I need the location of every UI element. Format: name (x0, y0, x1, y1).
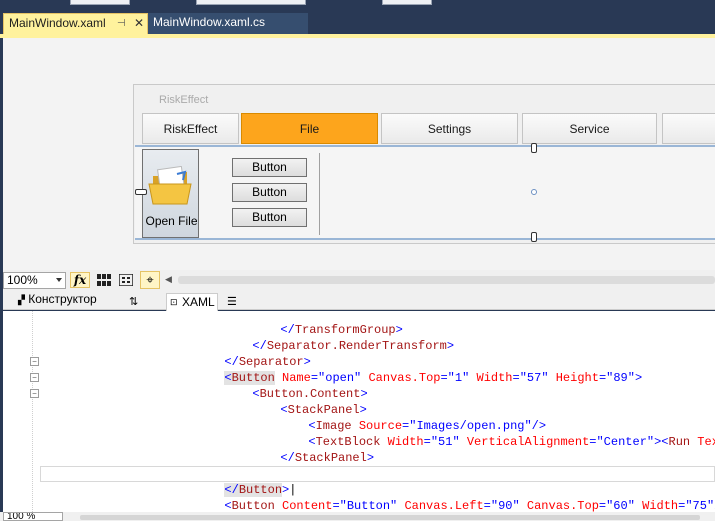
fold-toggle-icon[interactable]: − (30, 357, 39, 366)
swap-panes-icon[interactable]: ⇅ (129, 295, 138, 308)
document-tab-bar: MainWindow.xaml ⊣ ✕ MainWindow.xaml.cs (0, 8, 715, 34)
editor-horizontal-scrollbar[interactable] (80, 515, 700, 520)
resize-handle-bottom[interactable] (531, 232, 537, 242)
toolbar-fragment (382, 0, 432, 5)
toolbar-fragment (196, 0, 306, 5)
fold-toggle-icon[interactable]: − (30, 373, 39, 382)
code-line: </Button.Content> (238, 450, 374, 481)
close-icon[interactable]: ✕ (134, 14, 144, 33)
top-strip (0, 0, 715, 8)
open-file-label: Open File (145, 214, 198, 228)
code-line: </Separator> (224, 355, 311, 369)
separator (319, 153, 320, 235)
zoom-value: 100% (7, 273, 38, 287)
code-line: <Button Content="Button" Canvas.Left="90… (224, 499, 715, 513)
code-line: </StackPanel> (280, 451, 375, 465)
ribbon-tab-file[interactable]: File (241, 113, 378, 144)
design-label: Конструктор (28, 292, 97, 306)
ribbon-tab-riskeffect[interactable]: RiskEffect (142, 113, 239, 144)
code-line: <TextBlock Width="51" VerticalAlignment=… (308, 435, 715, 449)
tab-mainwindow-xaml[interactable]: MainWindow.xaml ⊣ ✕ (3, 13, 148, 34)
resize-handle-top[interactable] (531, 143, 537, 153)
current-line[interactable] (40, 466, 715, 482)
resize-handle-left[interactable] (135, 189, 147, 195)
code-line: <Image Source="Images/open.png"/> (308, 419, 547, 433)
grid-icon[interactable] (97, 274, 111, 286)
xaml-label: XAML (182, 295, 215, 309)
code-line: </Separator.RenderTransform> (252, 339, 455, 353)
code-line: <Button.Content> (252, 387, 368, 401)
ribbon-canvas[interactable] (135, 145, 715, 240)
scroll-left-icon[interactable]: ◀ (165, 274, 172, 285)
snap-to-gridlines-icon[interactable]: ⌖ (140, 271, 160, 289)
ribbon-tab-settings[interactable]: Settings (381, 113, 518, 144)
toolbar-fragment (70, 0, 130, 5)
code-line: <StackPanel> (280, 403, 367, 417)
canvas-button-1[interactable]: Button (232, 158, 307, 177)
center-anchor[interactable] (531, 189, 537, 195)
editor-zoom-select[interactable]: 100 % (3, 512, 63, 521)
document-outline-icon[interactable]: ☰ (227, 295, 237, 308)
design-icon: ▞ (18, 295, 25, 305)
open-file-button[interactable]: Open File (142, 149, 199, 238)
horizontal-scrollbar[interactable] (178, 276, 715, 284)
fold-toggle-icon[interactable]: − (30, 389, 39, 398)
chevron-down-icon (56, 278, 62, 282)
code-line: </Button>| (224, 483, 297, 497)
fx-button[interactable]: fx (70, 272, 90, 288)
xaml-tab-icon: ⊡ (170, 297, 178, 307)
canvas-button-3[interactable]: Button (232, 208, 307, 227)
tab-designer[interactable]: ▞ Конструктор (18, 292, 97, 306)
code-line: <Button Name="open" Canvas.Top="1" Width… (224, 371, 643, 385)
folder-open-icon (148, 166, 192, 205)
tab-label: MainWindow.xaml.cs (153, 15, 266, 29)
tab-label: MainWindow.xaml (9, 16, 106, 30)
canvas-button-2[interactable]: Button (232, 183, 307, 202)
pin-icon[interactable]: ⊣ (117, 14, 126, 33)
zoom-select[interactable]: 100% (3, 272, 66, 289)
artboard-background-icon[interactable] (119, 274, 133, 286)
window-title: RiskEffect (159, 94, 209, 106)
ribbon-tab-service[interactable]: Service (522, 113, 657, 144)
editor-gutter (3, 311, 33, 512)
tab-mainwindow-xaml-cs[interactable]: MainWindow.xaml.cs (148, 13, 308, 34)
ribbon-tab-overflow[interactable] (662, 113, 715, 144)
code-line: </TransformGroup> (280, 323, 403, 337)
